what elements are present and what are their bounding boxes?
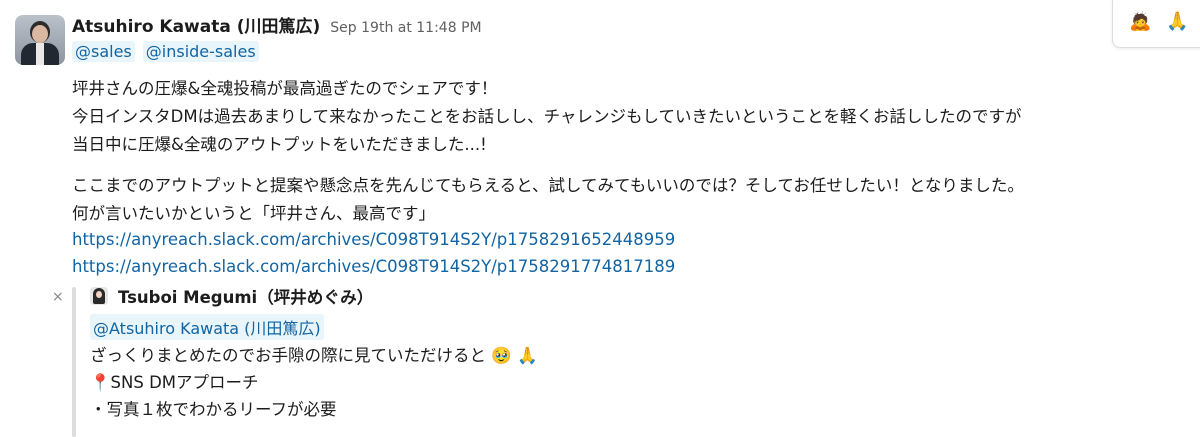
quoted-avatar-face	[96, 291, 102, 298]
author-name[interactable]: Atsuhiro Kawata (川田篤広)	[72, 12, 320, 37]
message-actions-bar: 🙇 🙏	[1112, 0, 1200, 48]
pin-icon: 📍	[90, 373, 111, 392]
folded-hands-icon[interactable]: 🙏	[1166, 13, 1188, 31]
quoted-mention[interactable]: @Atsuhiro Kawata (川田篤広)	[90, 314, 324, 340]
message-line-2: 今日インスタDMは過去あまりして来なかったことをお話しし、チャレンジもしていきた…	[72, 107, 1022, 126]
message-link-1[interactable]: https://anyreach.slack.com/archives/C098…	[72, 226, 675, 254]
quoted-line-2: 📍SNS DMアプローチ	[90, 369, 259, 393]
quoted-line-1-text: ざっくりまとめたのでお手隙の際に見ていただけると	[90, 346, 486, 365]
message-header: Atsuhiro Kawata (川田篤広) Sep 19th at 11:48…	[72, 12, 482, 37]
message-line-5: 何が言いたいかというと「坪井さん、最高です」	[72, 204, 435, 223]
message-line-1: 坪井さんの圧爆&全魂投稿が最高過ぎたのでシェアです！	[72, 79, 498, 98]
quoted-line-1: ざっくりまとめたのでお手隙の際に見ていただけると 🥹 🙏	[90, 342, 538, 366]
bowing-person-icon[interactable]: 🙇	[1129, 13, 1151, 31]
message-link-2[interactable]: https://anyreach.slack.com/archives/C098…	[72, 253, 675, 281]
quote-bar	[72, 287, 76, 437]
quoted-line-3: ・写真１枚でわかるリーフが必要	[90, 400, 337, 419]
avatar-face	[32, 25, 48, 43]
quoted-author-name[interactable]: Tsuboi Megumi（坪井めぐみ）	[118, 284, 373, 308]
quoted-author-avatar[interactable]	[90, 287, 108, 305]
mention-list: @sales @inside-sales	[72, 41, 259, 62]
quoted-line-2-text: SNS DMアプローチ	[110, 373, 259, 392]
mention-sales[interactable]: @sales	[72, 41, 135, 62]
avatar-shirt	[36, 43, 44, 65]
close-icon[interactable]: ×	[52, 289, 64, 305]
emoji-icons: 🥹 🙏	[491, 346, 538, 365]
mention-inside-sales[interactable]: @inside-sales	[142, 41, 259, 62]
message-line-4: ここまでのアウトプットと提案や懸念点を先んじてもらえると、試してみてもいいのでは…	[72, 176, 1024, 195]
message-line-3: 当日中に圧爆&全魂のアウトプットをいただきました...!	[72, 135, 487, 154]
author-avatar[interactable]	[15, 15, 65, 65]
message-timestamp[interactable]: Sep 19th at 11:48 PM	[330, 20, 481, 36]
